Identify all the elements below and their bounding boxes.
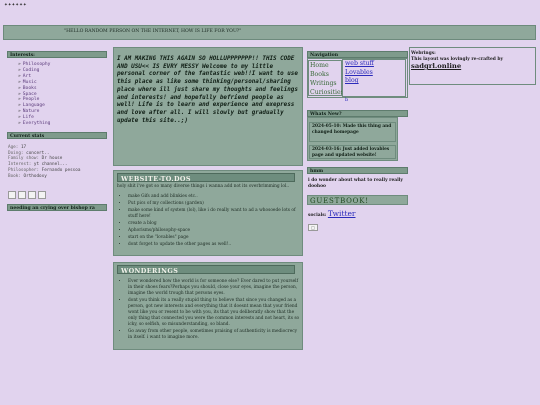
status-label: Age: [8, 145, 19, 150]
socials-row: socials: Twitter [308, 209, 408, 218]
navigation-extra-links: web stuff Lovables blog b [342, 59, 406, 103]
hmm-heading: hmm [307, 167, 408, 174]
status-value: yt channel... [33, 162, 68, 168]
status-label: Interest: [8, 162, 32, 168]
status-label: Family show: [8, 156, 40, 162]
status-value: Fernando pessoa [41, 167, 81, 173]
nav-link[interactable]: Home [309, 61, 341, 70]
status-value: Dr house [41, 156, 63, 162]
interests-list: PhilosophyCodingArtMusicBooksSpacePeople… [18, 62, 108, 127]
layout-credit: This layout was lovingly re-crafted by s… [411, 57, 535, 70]
nav-extra-link[interactable]: blog [343, 77, 405, 86]
status-row: Book: Orthodoxy [8, 174, 108, 180]
todo-description: holy shit i've got so many diverse thing… [117, 184, 290, 189]
status-label: Doing: [8, 150, 24, 156]
interests-heading: Interests: [7, 51, 107, 58]
status-label: Philosopher: [8, 167, 40, 173]
wondering-item: dont you think its a really stupid thing… [128, 298, 300, 328]
todo-item: create a blog [128, 221, 300, 228]
wonderings-title: WONDERINGS [117, 265, 295, 275]
banner-text: "HELLO RANDOM PERSON ON THE INTERNET, HO… [64, 29, 242, 34]
todo-list: make Gifs and add blinkies etc..Put pics… [128, 194, 300, 248]
todo-item: start on the "lovables" page [128, 235, 300, 242]
header-banner: "HELLO RANDOM PERSON ON THE INTERNET, HO… [3, 25, 536, 40]
badge-buttons [8, 191, 48, 199]
whats-new-heading: Whats New? [307, 110, 408, 117]
todo-item: make some kind of system (lol), like i d… [128, 208, 300, 222]
badge-image[interactable] [28, 191, 36, 199]
wondering-item: Ever wondered how the world is for someo… [128, 279, 300, 297]
wonderings-list: Ever wondered how the world is for someo… [128, 279, 300, 342]
nav-extra-link[interactable]: Lovables [343, 69, 405, 78]
todo-item: dont forget to update the other pages as… [128, 242, 300, 249]
status-heading: Current stats [7, 132, 107, 139]
wondering-item: Go away from other people, sometimes pra… [128, 329, 300, 341]
socials-label: socials: [308, 213, 327, 218]
navigation-main-links: Home Books Writings Curiosities [308, 60, 344, 97]
nav-link[interactable]: Books [309, 70, 341, 79]
badge-image[interactable] [8, 191, 16, 199]
news-item: 2024-05-10: Made this thing and changed … [309, 122, 396, 142]
now-playing-heading: needing an crying over bishop ra [7, 204, 107, 211]
status-label: Book: [8, 173, 21, 179]
twitter-link[interactable]: Twitter [328, 209, 356, 218]
status-value: concert.. [26, 150, 50, 156]
badge-image[interactable] [38, 191, 46, 199]
hmm-text: i do wonder about what to really really … [308, 178, 403, 189]
status-block: Age: 17 Doing: concert.. Family show: Dr h… [8, 145, 108, 179]
status-value: Orthodoxy [23, 173, 47, 179]
todo-item: Put pics of my collections (garden) [128, 201, 300, 208]
todo-title: WEBSITE-TO.DOS [117, 173, 295, 183]
site-title: ✦✦✦✦✦✦ [4, 3, 27, 8]
webrings-title: Webrings: [411, 51, 436, 56]
sadgrl-link[interactable]: sadgrl.online [411, 62, 461, 70]
guestbook-link[interactable]: GUESTBOOK! [307, 195, 408, 205]
interest-item: Everything [18, 121, 108, 127]
intro-text: I AM MAKING THIS AGAIN SO HOLLUPPPPPPP!!… [117, 56, 298, 124]
broken-image-icon: □ [308, 224, 318, 231]
nav-extra-link[interactable]: web stuff [343, 60, 405, 69]
badge-image[interactable] [18, 191, 26, 199]
nav-link[interactable]: Curiosities [309, 88, 344, 97]
todo-item: make Gifs and add blinkies etc.. [128, 194, 300, 201]
nav-link[interactable]: Writings [309, 79, 341, 88]
navigation-heading: Navigation [307, 51, 408, 58]
status-value: 17 [20, 145, 27, 150]
nav-extra-stub[interactable]: b [343, 97, 348, 103]
news-item: 2024-03-16: Just added lovables page and… [309, 145, 396, 159]
todo-item: Aphorisms/philosophy-space [128, 228, 300, 235]
